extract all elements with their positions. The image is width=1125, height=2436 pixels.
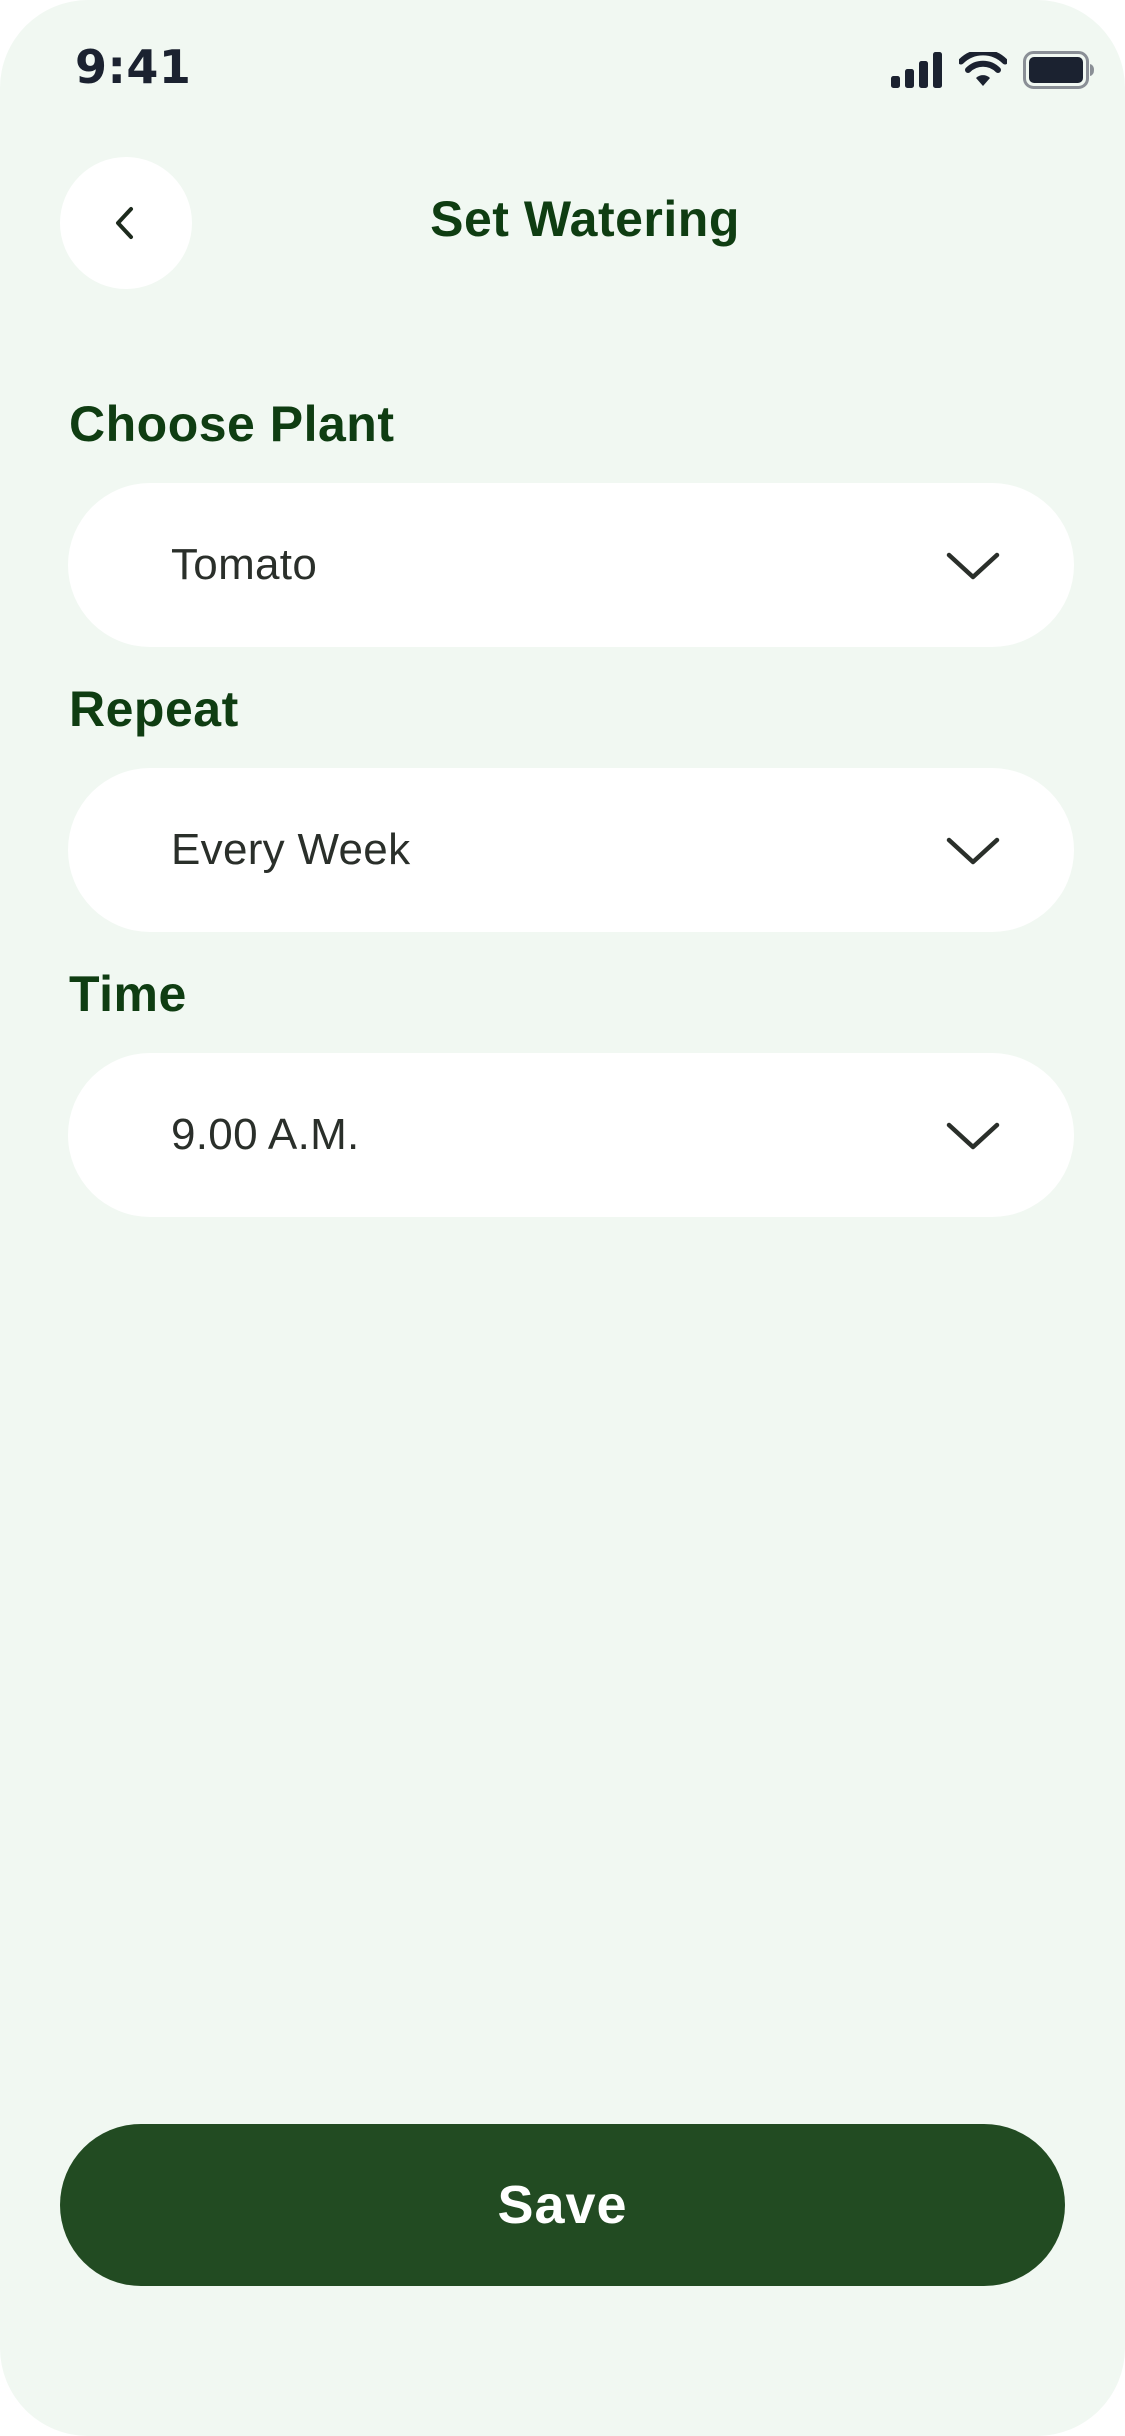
time-select-value: 9.00 A.M. [171, 1110, 360, 1159]
status-icons [891, 48, 1095, 92]
repeat-select-value: Every Week [171, 825, 411, 874]
plant-select-value: Tomato [171, 540, 318, 589]
choose-plant-label: Choose Plant [69, 396, 395, 452]
time-select[interactable]: 9.00 A.M. [68, 1053, 1074, 1217]
save-button[interactable]: Save [60, 2124, 1065, 2286]
time-label: Time [69, 966, 187, 1022]
set-watering-screen: 9:41 Set Watering Choose Plant Tomato Re… [0, 0, 1125, 2436]
battery-icon [1023, 51, 1094, 89]
status-bar: 9:41 [0, 0, 1125, 140]
chevron-down-icon [946, 837, 1000, 865]
repeat-select[interactable]: Every Week [68, 768, 1074, 932]
plant-select[interactable]: Tomato [68, 483, 1074, 647]
chevron-down-icon [946, 552, 1000, 580]
chevron-down-icon [946, 1122, 1000, 1150]
page-title: Set Watering [430, 191, 740, 247]
status-time: 9:41 [75, 40, 192, 94]
repeat-label: Repeat [69, 681, 239, 737]
wifi-icon [959, 52, 1007, 86]
signal-icon [891, 52, 942, 88]
